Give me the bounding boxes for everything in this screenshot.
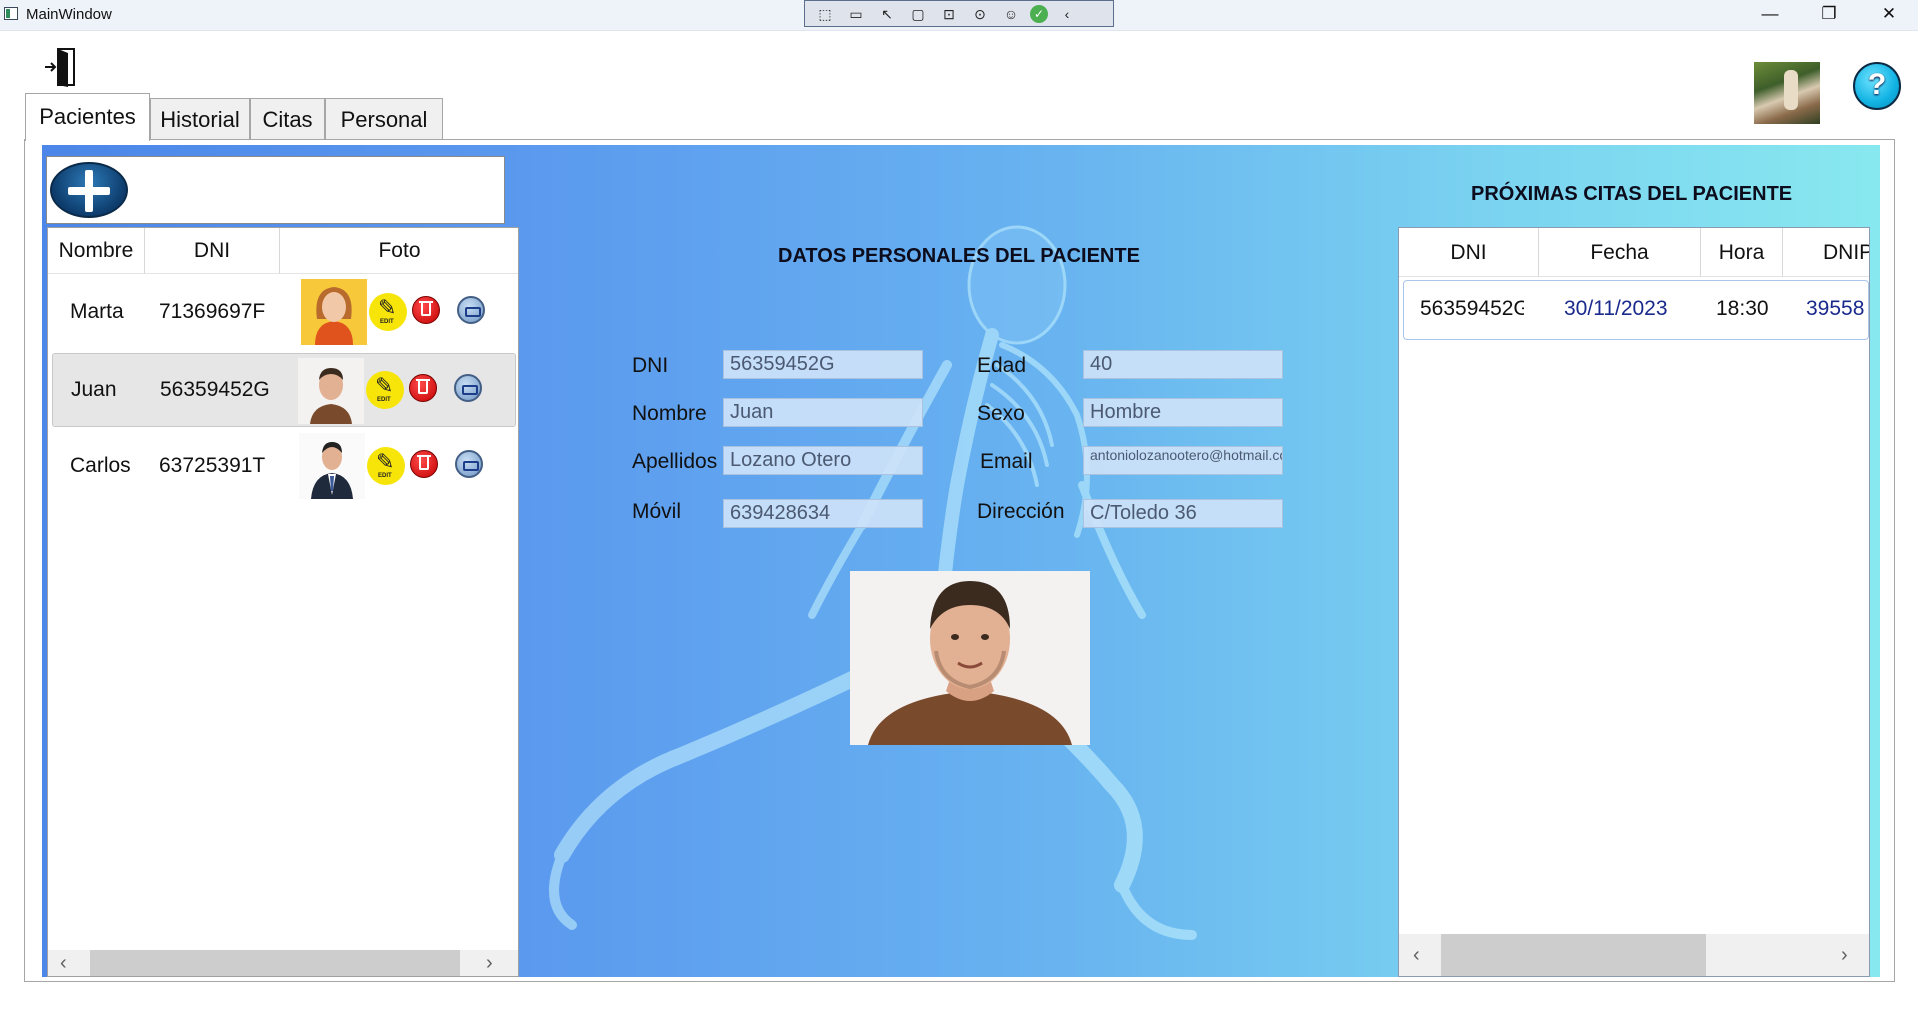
patient-dni: 63725391T xyxy=(159,454,266,477)
appointments-table[interactable]: DNI Fecha Hora DNIP 56359452G 30/11/2023… xyxy=(1398,227,1870,977)
delete-icon[interactable] xyxy=(409,374,437,402)
horizontal-scrollbar[interactable]: ‹ › xyxy=(48,950,518,976)
tab-personal[interactable]: Personal xyxy=(325,98,443,140)
edit-icon[interactable] xyxy=(366,371,404,409)
edad-label: Edad xyxy=(977,354,1027,377)
column-header-nombre[interactable]: Nombre xyxy=(48,228,145,274)
patient-name: Marta xyxy=(70,300,124,323)
sexo-field[interactable]: Hombre xyxy=(1083,398,1283,427)
view-record-icon[interactable] xyxy=(457,296,485,324)
direccion-field[interactable]: C/Toledo 36 xyxy=(1083,499,1283,528)
ok-check-icon[interactable]: ✓ xyxy=(1030,4,1048,23)
record-icon[interactable]: ▭ xyxy=(844,4,868,24)
edit-icon[interactable] xyxy=(369,293,407,331)
man-photo xyxy=(298,358,364,424)
apellidos-field[interactable]: Lozano Otero xyxy=(723,446,923,475)
email-label: Email xyxy=(980,450,1033,473)
dni-field[interactable]: 56359452G xyxy=(723,350,923,379)
appointment-dni: 56359452G xyxy=(1420,297,1524,320)
column-header-hora[interactable]: Hora xyxy=(1701,228,1783,277)
minimize-button[interactable]: — xyxy=(1745,0,1795,30)
accessibility-icon[interactable]: ☺ xyxy=(999,4,1023,24)
table-row[interactable]: 56359452G 30/11/2023 18:30 39558 xyxy=(1403,280,1869,340)
scrollbar-thumb[interactable] xyxy=(90,950,460,976)
edad-field[interactable]: 40 xyxy=(1083,350,1283,379)
patient-name: Carlos xyxy=(70,454,131,477)
pointer-icon[interactable]: ↖ xyxy=(875,4,899,24)
app-icon xyxy=(4,7,18,20)
scroll-left-icon[interactable]: ‹ xyxy=(1413,942,1420,968)
maximize-button[interactable]: ❐ xyxy=(1804,0,1854,30)
appointment-fecha: 30/11/2023 xyxy=(1564,297,1668,320)
details-title: DATOS PERSONALES DEL PACIENTE xyxy=(778,245,1140,267)
patient-dni: 56359452G xyxy=(160,378,270,401)
close-button[interactable]: ✕ xyxy=(1864,0,1914,30)
edit-icon[interactable] xyxy=(367,447,405,485)
scrollbar-thumb[interactable] xyxy=(1441,934,1706,976)
scroll-right-icon[interactable]: › xyxy=(486,950,493,976)
delete-icon[interactable] xyxy=(410,450,438,478)
nombre-field[interactable]: Juan xyxy=(723,398,923,427)
patient-dni: 71369697F xyxy=(159,300,266,323)
appointment-hora: 18:30 xyxy=(1716,297,1769,320)
woman-photo xyxy=(301,279,367,345)
movil-label: Móvil xyxy=(632,500,682,523)
column-header-dni[interactable]: DNI xyxy=(145,228,280,274)
email-field[interactable]: antoniolozanootero@hotmail.com xyxy=(1083,446,1283,475)
help-icon[interactable]: ? xyxy=(1853,62,1901,110)
view-record-icon[interactable] xyxy=(454,374,482,402)
scroll-right-icon[interactable]: › xyxy=(1841,942,1848,968)
debug-toolbar: ⬚ ▭ ↖ ▢ ⊡ ⊙ ☺ ✓ ‹ xyxy=(804,0,1114,27)
column-header-fecha[interactable]: Fecha xyxy=(1539,228,1701,277)
tab-citas[interactable]: Citas xyxy=(250,98,325,140)
collapse-icon[interactable]: ‹ xyxy=(1055,4,1079,24)
movil-field[interactable]: 639428634 xyxy=(723,499,923,528)
dni-label: DNI xyxy=(632,354,669,377)
businessman-photo xyxy=(299,433,365,499)
column-header-foto[interactable]: Foto xyxy=(280,228,518,274)
select-element-icon[interactable]: ⬚ xyxy=(813,4,837,24)
title-bar: MainWindow ⬚ ▭ ↖ ▢ ⊡ ⊙ ☺ ✓ ‹ — ❐ ✕ xyxy=(0,0,1918,31)
table-row-selected[interactable]: Juan 56359452G xyxy=(52,353,516,427)
column-header-dnip[interactable]: DNIP xyxy=(1783,228,1869,277)
view-record-icon[interactable] xyxy=(455,450,483,478)
table-row[interactable]: Marta 71369697F xyxy=(52,276,516,350)
hot-reload-icon[interactable]: ⊙ xyxy=(968,4,992,24)
patient-name: Juan xyxy=(71,378,117,401)
layout-icon[interactable]: ▢ xyxy=(906,4,930,24)
user-avatar[interactable] xyxy=(1754,62,1820,124)
track-focus-icon[interactable]: ⊡ xyxy=(937,4,961,24)
patients-table[interactable]: Nombre DNI Foto Marta 71369697F Juan 563… xyxy=(47,227,519,977)
tab-pacientes[interactable]: Pacientes xyxy=(25,93,150,141)
appointments-title: PRÓXIMAS CITAS DEL PACIENTE xyxy=(1471,183,1793,205)
apellidos-label: Apellidos xyxy=(632,450,718,473)
add-patient-button[interactable] xyxy=(50,162,128,218)
logout-door-icon[interactable] xyxy=(44,47,78,87)
appointment-dnip: 39558 xyxy=(1806,297,1865,320)
tab-historial[interactable]: Historial xyxy=(150,98,250,140)
delete-icon[interactable] xyxy=(412,296,440,324)
column-header-dni[interactable]: DNI xyxy=(1399,228,1539,277)
nombre-label: Nombre xyxy=(632,402,707,425)
window-title: MainWindow xyxy=(26,6,112,23)
horizontal-scrollbar[interactable]: ‹ › xyxy=(1399,934,1869,976)
sexo-label: Sexo xyxy=(977,402,1025,425)
direccion-label: Dirección xyxy=(977,500,1065,523)
table-row[interactable]: Carlos 63725391T xyxy=(52,430,516,504)
scroll-left-icon[interactable]: ‹ xyxy=(60,950,67,976)
patient-photo xyxy=(850,571,1090,745)
